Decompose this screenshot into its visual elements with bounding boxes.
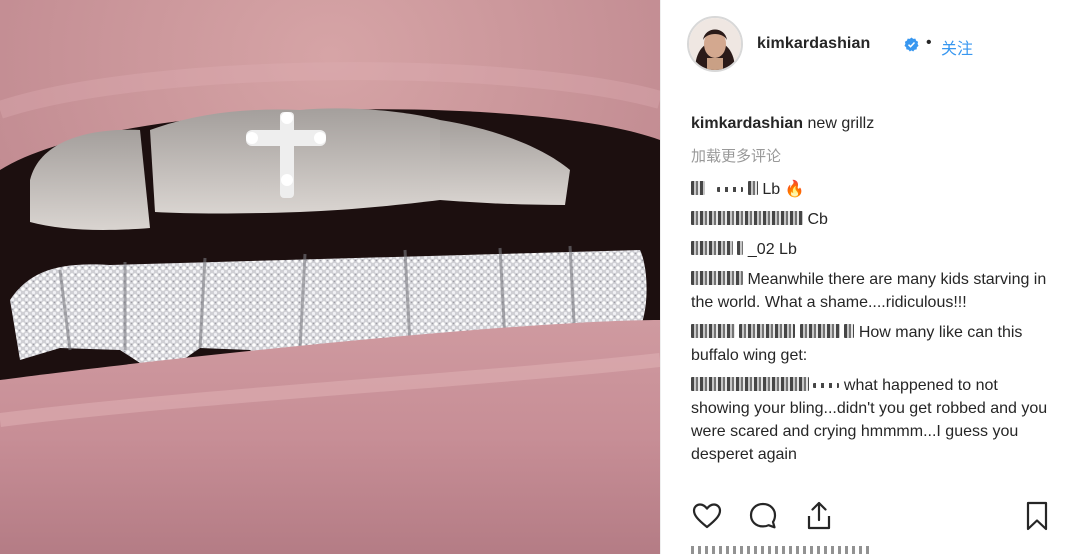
comment-item: what happened to not showing your bling.…: [691, 374, 1051, 466]
follow-button[interactable]: 关注: [941, 35, 973, 59]
post-actions: [691, 500, 1051, 540]
comment-item: Lb 🔥: [691, 178, 1051, 201]
redacted-username: [691, 211, 803, 225]
post-caption: kimkardashian new grillz: [691, 115, 874, 133]
redacted-username: [747, 181, 758, 195]
speech-bubble-icon[interactable]: [747, 500, 781, 534]
comment-text: Cb: [807, 211, 828, 228]
redacted-username: [737, 241, 744, 255]
redacted-username: [813, 383, 840, 388]
caption-text: new grillz: [807, 115, 875, 132]
redacted-username: [691, 377, 809, 391]
bookmark-icon[interactable]: [1021, 500, 1055, 534]
grillz-photo-illustration: [0, 0, 660, 554]
comment-item: How many like can this buffalo wing get:: [691, 321, 1051, 367]
redacted-username: [691, 271, 743, 285]
comment-text: Meanwhile there are many kids starving i…: [691, 271, 1047, 311]
comment-item: _02 Lb: [691, 238, 1051, 261]
post-username[interactable]: kimkardashian: [757, 35, 870, 53]
heart-icon[interactable]: [691, 500, 725, 534]
comment-item: Cb: [691, 208, 1051, 231]
avatar-image: [689, 18, 741, 70]
comment-item: Meanwhile there are many kids starving i…: [691, 268, 1051, 314]
caption-username[interactable]: kimkardashian: [691, 115, 803, 132]
comment-list: Lb 🔥 Cb _02 Lb Meanwhile there are many …: [691, 178, 1051, 473]
likes-count-peek: [691, 546, 871, 554]
post-header: kimkardashian • 关注: [661, 0, 1080, 90]
redacted-username: [691, 241, 733, 255]
redacted-username: [691, 181, 705, 195]
redacted-username: [691, 324, 735, 338]
avatar[interactable]: [687, 16, 743, 72]
separator-dot: •: [926, 34, 932, 51]
load-more-comments-link[interactable]: 加载更多评论: [691, 145, 781, 166]
post-photo[interactable]: [0, 0, 660, 554]
instagram-post: kimkardashian • 关注 kimkardashian new gri…: [0, 0, 1080, 554]
comment-text: _02 Lb: [747, 241, 797, 258]
redacted-username: [739, 324, 796, 338]
comment-text: Lb 🔥: [762, 181, 805, 198]
redacted-username: [844, 324, 855, 338]
post-sidebar: kimkardashian • 关注 kimkardashian new gri…: [660, 0, 1080, 554]
redacted-username: [799, 324, 840, 338]
redacted-username: [717, 187, 744, 192]
verified-badge-icon: [904, 37, 919, 52]
share-icon[interactable]: [803, 500, 837, 534]
